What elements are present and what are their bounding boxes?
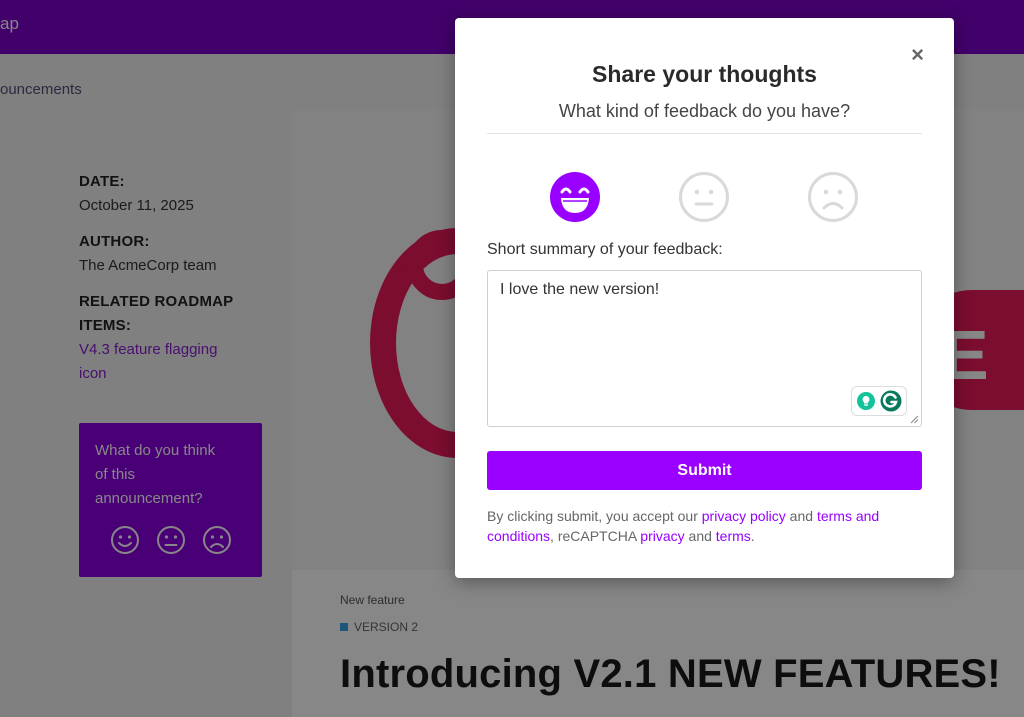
recaptcha-terms-link[interactable]: terms [716, 528, 751, 544]
modal-subtitle: What kind of feedback do you have? [558, 101, 851, 121]
submit-button[interactable]: Submit [487, 451, 922, 490]
legal-prefix: By clicking submit, you accept our [487, 508, 702, 524]
modal-title: Share your thoughts [592, 61, 817, 87]
summary-label: Short summary of your feedback: [487, 241, 723, 258]
grammarly-widget[interactable] [851, 386, 907, 416]
feedback-modal: × Share your thoughts What kind of feedb… [455, 18, 954, 578]
neutral-face-icon[interactable] [678, 171, 730, 223]
legal-and-1: and [785, 508, 817, 524]
resize-handle-icon[interactable] [910, 415, 919, 424]
summary-field-container: I love the new version! [487, 270, 922, 427]
recaptcha-privacy-link[interactable]: privacy [640, 528, 684, 544]
grinning-face-icon[interactable] [549, 171, 601, 223]
feedback-type-selector [549, 171, 859, 223]
privacy-policy-link[interactable]: privacy policy [702, 508, 786, 524]
sad-face-icon[interactable] [807, 171, 859, 223]
lightbulb-icon[interactable] [856, 391, 876, 411]
legal-mid: , reCAPTCHA [550, 528, 641, 544]
grammarly-icon[interactable] [880, 390, 902, 412]
legal-notice: By clicking submit, you accept our priva… [487, 506, 927, 546]
legal-and-2: and [684, 528, 716, 544]
divider [487, 133, 922, 134]
legal-suffix: . [750, 528, 755, 544]
